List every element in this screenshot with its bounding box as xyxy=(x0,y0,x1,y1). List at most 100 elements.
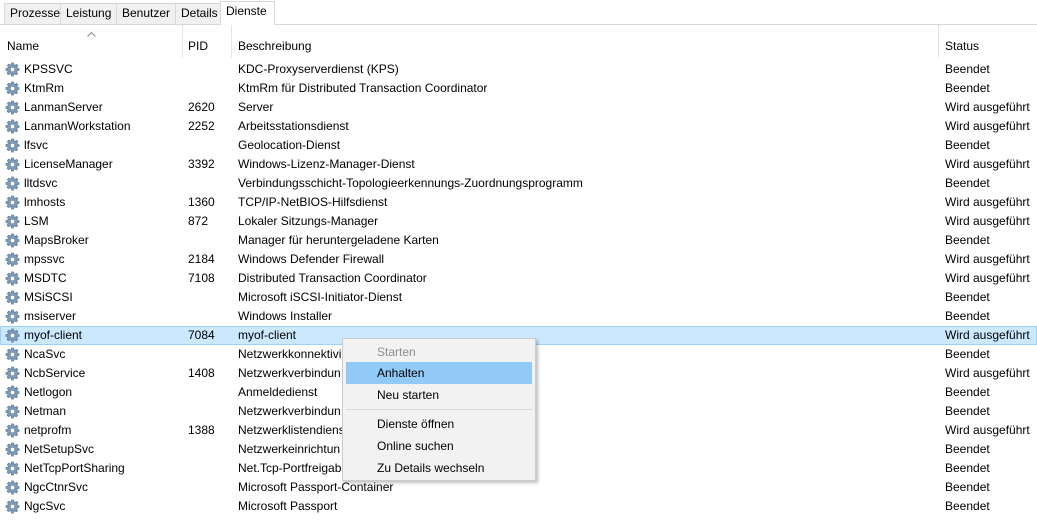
service-description: Distributed Transaction Coordinator xyxy=(238,271,427,285)
table-row[interactable]: msiserver Windows Installer Beendet xyxy=(0,307,1037,326)
service-name: NetSetupSvc xyxy=(24,442,95,456)
service-gear-icon xyxy=(5,62,20,77)
service-gear-icon xyxy=(5,461,20,476)
service-gear-icon xyxy=(5,309,20,324)
service-pid: 7084 xyxy=(188,328,215,342)
service-pid: 3392 xyxy=(188,157,215,171)
service-name: NcbService xyxy=(24,366,86,380)
table-row[interactable]: NgcSvc Microsoft Passport Beendet xyxy=(0,497,1037,516)
column-header-status[interactable]: Status xyxy=(938,25,1037,60)
service-name: lmhosts xyxy=(24,195,66,209)
table-row[interactable]: LSM 872 Lokaler Sitzungs-Manager Wird ausge… xyxy=(0,212,1037,231)
service-gear-icon xyxy=(5,81,20,96)
service-status: Wird ausgeführt xyxy=(945,271,1030,285)
service-pid: 1388 xyxy=(188,423,215,437)
service-name: mpssvc xyxy=(24,252,65,266)
service-status: Beendet xyxy=(945,499,990,513)
service-name: MSiSCSI xyxy=(24,290,73,304)
service-pid xyxy=(188,497,228,516)
tab-bar: Prozesse Leistung Benutzer Details Diens… xyxy=(0,0,1037,25)
service-status: Beendet xyxy=(945,442,990,456)
service-status: Beendet xyxy=(945,81,990,95)
service-gear-icon xyxy=(5,157,20,172)
service-pid xyxy=(188,307,228,326)
service-pid xyxy=(188,60,228,79)
service-status: Wird ausgeführt xyxy=(945,214,1030,228)
menu-item-anhalten[interactable]: Anhalten xyxy=(346,362,532,384)
column-header-pid[interactable]: PID xyxy=(181,25,231,60)
service-gear-icon xyxy=(5,328,20,343)
service-name: lfsvc xyxy=(24,138,48,152)
service-name: LanmanWorkstation xyxy=(24,119,131,133)
table-row[interactable]: lmhosts 1360 TCP/IP-NetBIOS-Hilfsdienst Wir… xyxy=(0,193,1037,212)
service-status: Wird ausgeführt xyxy=(945,119,1030,133)
tab-benutzer[interactable]: Benutzer xyxy=(116,3,176,24)
menu-item-dienste-oeffnen[interactable]: Dienste öffnen xyxy=(346,413,532,435)
service-status: Wird ausgeführt xyxy=(945,252,1030,266)
table-row[interactable]: LanmanServer 2620 Server Wird ausgeführt xyxy=(0,98,1037,117)
table-row[interactable]: KPSSVC KDC-Proxyserverdienst (KPS) Beendet xyxy=(0,60,1037,79)
service-description: Windows-Lizenz-Manager-Dienst xyxy=(238,157,415,171)
service-pid xyxy=(188,231,228,250)
service-status: Wird ausgeführt xyxy=(945,423,1030,437)
service-pid xyxy=(188,79,228,98)
service-status: Beendet xyxy=(945,62,990,76)
table-row[interactable]: MapsBroker Manager für heruntergeladene K… xyxy=(0,231,1037,250)
service-pid xyxy=(188,174,228,193)
service-name: MapsBroker xyxy=(24,233,89,247)
column-header-name[interactable]: Name xyxy=(0,25,182,60)
table-row[interactable]: MSDTC 7108 Distributed Transaction Coordin… xyxy=(0,269,1037,288)
service-status: Beendet xyxy=(945,461,990,475)
service-gear-icon xyxy=(5,290,20,305)
service-status: Beendet xyxy=(945,347,990,361)
service-status: Beendet xyxy=(945,138,990,152)
service-status: Beendet xyxy=(945,480,990,494)
service-pid: 1408 xyxy=(188,366,215,380)
service-description: Windows Installer xyxy=(238,309,333,323)
tab-leistung[interactable]: Leistung xyxy=(60,3,117,24)
service-status: Beendet xyxy=(945,176,990,190)
menu-item-online-suchen[interactable]: Online suchen xyxy=(346,435,532,457)
service-pid xyxy=(188,459,228,478)
service-description: KDC-Proxyserverdienst (KPS) xyxy=(238,62,399,76)
service-pid: 872 xyxy=(188,214,209,228)
menu-item-zu-details-wechseln[interactable]: Zu Details wechseln xyxy=(346,457,532,479)
service-status: Beendet xyxy=(945,385,990,399)
table-row[interactable]: LicenseManager 3392 Windows-Lizenz-Manager… xyxy=(0,155,1037,174)
service-description: Microsoft Passport xyxy=(238,499,338,513)
service-name: NcaSvc xyxy=(24,347,66,361)
table-row[interactable]: lltdsvc Verbindungsschicht-Topologieerken… xyxy=(0,174,1037,193)
tab-prozesse[interactable]: Prozesse xyxy=(4,3,61,24)
tab-details[interactable]: Details xyxy=(175,3,221,24)
table-row[interactable]: lfsvc Geolocation-Dienst Beendet xyxy=(0,136,1037,155)
service-gear-icon xyxy=(5,442,20,457)
table-row[interactable]: LanmanWorkstation 2252 Arbeitsstationsdien… xyxy=(0,117,1037,136)
service-gear-icon xyxy=(5,195,20,210)
tab-dienste[interactable]: Dienste xyxy=(220,1,275,25)
service-gear-icon xyxy=(5,366,20,381)
service-pid xyxy=(188,383,228,402)
sort-ascending-icon xyxy=(87,32,96,37)
service-gear-icon xyxy=(5,347,20,362)
context-menu: Starten Anhalten Neu starten Dienste öff… xyxy=(342,338,536,481)
table-row[interactable]: mpssvc 2184 Windows Defender Firewall Wird … xyxy=(0,250,1037,269)
service-gear-icon xyxy=(5,214,20,229)
service-pid xyxy=(188,345,228,364)
menu-item-starten[interactable]: Starten xyxy=(346,341,532,363)
column-header-description[interactable]: Beschreibung xyxy=(231,25,938,60)
service-description: Verbindungsschicht-Topologieerkennungs-Z… xyxy=(238,176,583,190)
service-name: lltdsvc xyxy=(24,176,58,190)
service-name: LanmanServer xyxy=(24,100,103,114)
service-gear-icon xyxy=(5,252,20,267)
table-row[interactable]: MSiSCSI Microsoft iSCSI-Initiator-Dienst B… xyxy=(0,288,1037,307)
service-name: myof-client xyxy=(24,328,83,342)
table-row[interactable]: KtmRm KtmRm für Distributed Transaction C… xyxy=(0,79,1037,98)
service-description: KtmRm für Distributed Transaction Coordi… xyxy=(238,81,488,95)
service-name: LSM xyxy=(24,214,49,228)
table-header: Name PID Beschreibung Status xyxy=(0,25,1037,60)
service-gear-icon xyxy=(5,271,20,286)
service-pid xyxy=(188,440,228,459)
service-name: LicenseManager xyxy=(24,157,113,171)
menu-item-neu-starten[interactable]: Neu starten xyxy=(346,384,532,406)
service-name: NetTcpPortSharing xyxy=(24,461,125,475)
